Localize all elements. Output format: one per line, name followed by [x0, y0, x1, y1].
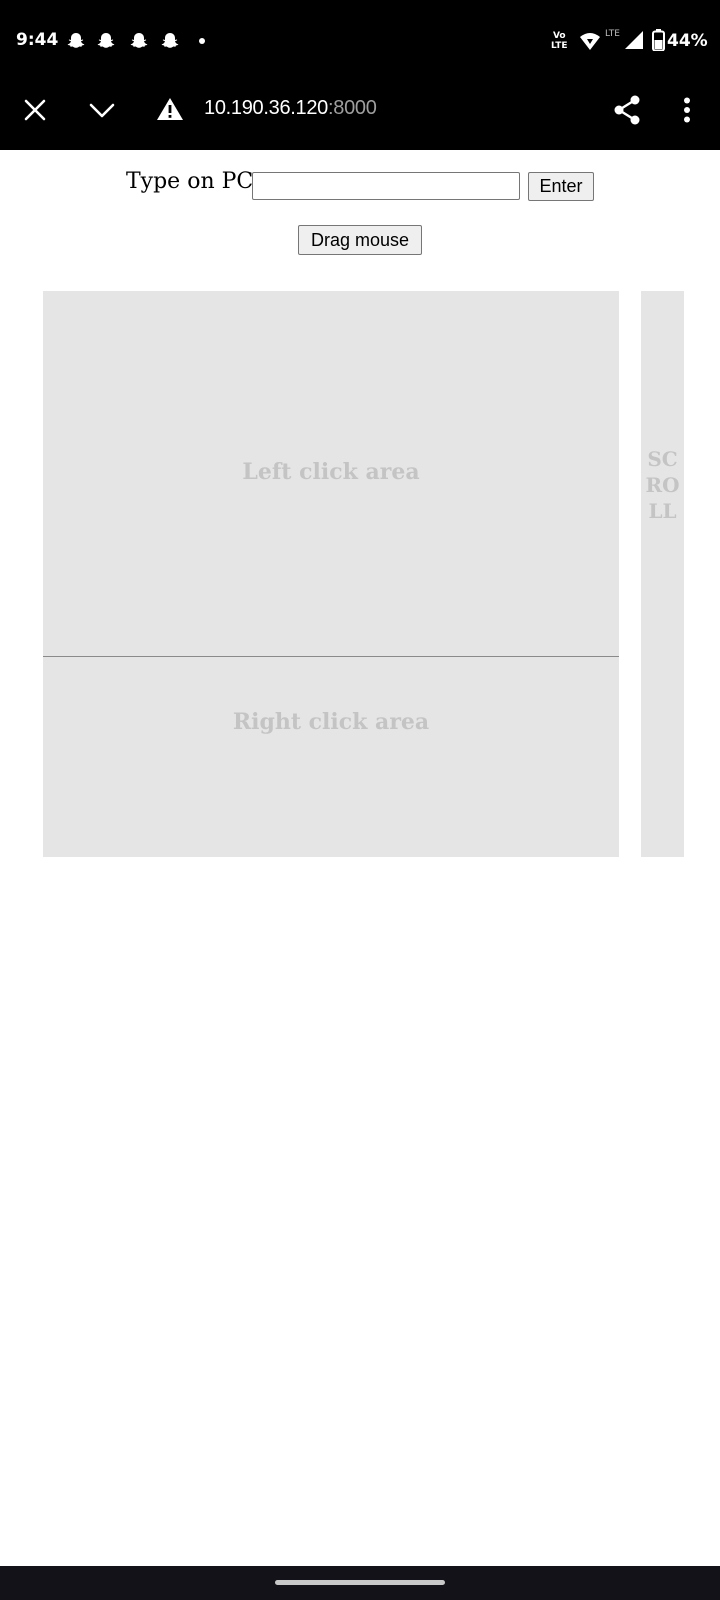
close-icon[interactable]: [24, 99, 46, 121]
snapchat-icon: [67, 33, 85, 48]
home-gesture-handle[interactable]: [275, 1580, 445, 1585]
drag-mouse-button[interactable]: Drag mouse: [298, 225, 422, 255]
url-port: :8000: [328, 97, 377, 119]
volte-indicator: Vo LTE: [551, 31, 568, 51]
lte-label: LTE: [605, 29, 620, 39]
more-vert-icon[interactable]: [683, 97, 691, 123]
url-bar[interactable]: 10.190.36.120:8000: [204, 97, 377, 120]
chevron-down-icon[interactable]: [89, 101, 115, 119]
left-click-area[interactable]: Left click area: [43, 291, 619, 656]
wifi-icon: [580, 33, 600, 50]
snapchat-icon: [97, 33, 115, 48]
scroll-label: SCROLL: [645, 447, 680, 523]
cell-signal-icon: [625, 31, 643, 49]
scroll-area[interactable]: SCROLL: [641, 291, 684, 857]
right-click-area-label: Right click area: [232, 709, 430, 735]
url-host: 10.190.36.120: [204, 97, 329, 119]
status-time: 9:44: [16, 30, 59, 50]
left-click-area-label: Left click area: [242, 458, 420, 485]
status-bar: 9:44 Vo LTE LTE 44%: [0, 0, 720, 84]
warning-icon[interactable]: [156, 97, 184, 121]
battery-percent: 44%: [667, 31, 708, 51]
notification-dot: [199, 38, 205, 44]
enter-button[interactable]: Enter: [528, 172, 594, 201]
snapchat-icon: [161, 33, 179, 48]
share-icon[interactable]: [613, 95, 641, 125]
battery-icon: [652, 29, 665, 51]
right-click-area[interactable]: Right click area: [43, 657, 619, 857]
type-on-pc-label: Type on PC: [126, 169, 254, 194]
type-on-pc-input[interactable]: [252, 172, 520, 200]
snapchat-icon: [130, 33, 148, 48]
